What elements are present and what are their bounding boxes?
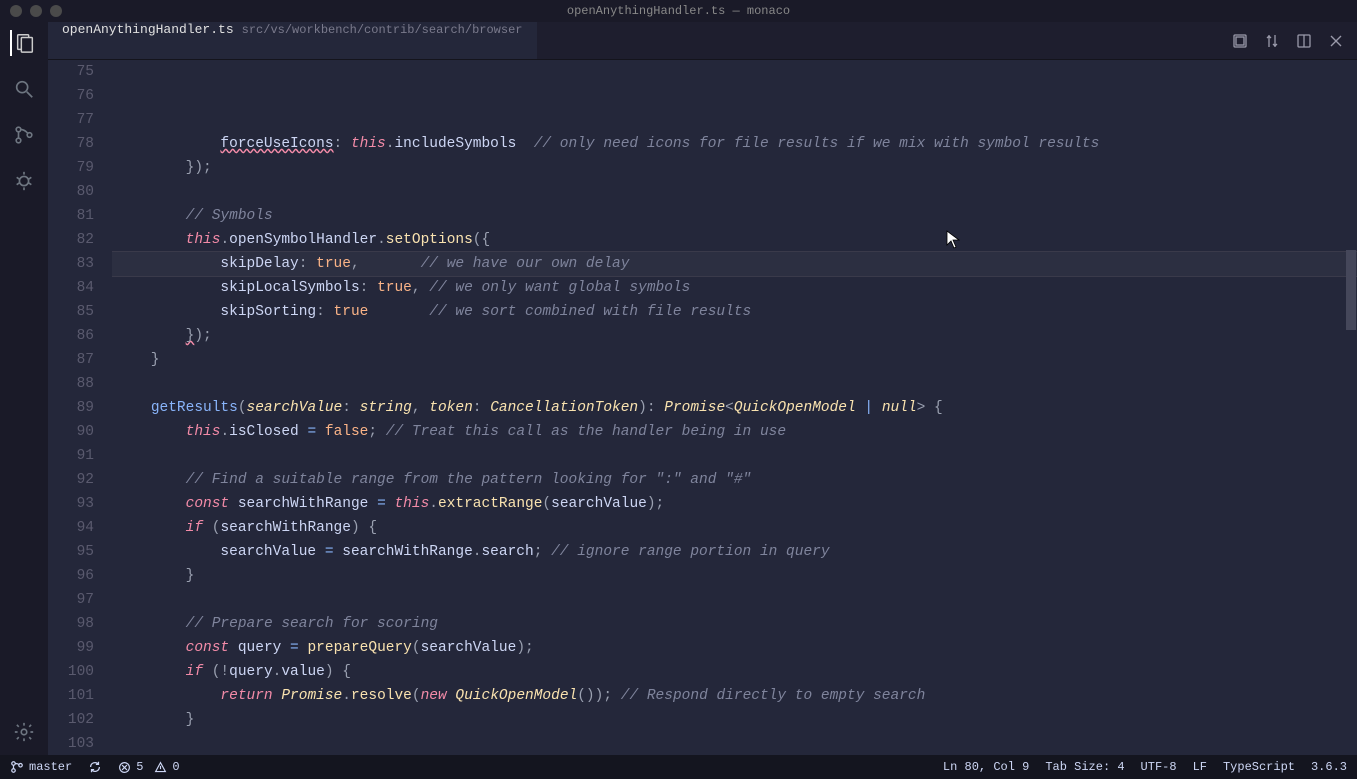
code-line[interactable]: skipSorting: true // we sort combined wi…: [112, 300, 1357, 324]
code-line[interactable]: const query = prepareQuery(searchValue);: [112, 636, 1357, 660]
line-number: 81: [48, 204, 94, 228]
code-line[interactable]: skipDelay: true, // we have our own dela…: [112, 252, 1357, 276]
code-lines[interactable]: forceUseIcons: this.includeSymbols // on…: [112, 60, 1357, 755]
line-number: 78: [48, 132, 94, 156]
line-number: 86: [48, 324, 94, 348]
line-number: 95: [48, 540, 94, 564]
ts-version[interactable]: 3.6.3: [1311, 760, 1347, 774]
line-number: 94: [48, 516, 94, 540]
code-line[interactable]: this.openSymbolHandler.setOptions({: [112, 228, 1357, 252]
indent[interactable]: Tab Size: 4: [1045, 760, 1124, 774]
code-line[interactable]: searchValue = searchWithRange.search; //…: [112, 540, 1357, 564]
code-line[interactable]: // Prepare search for scoring: [112, 612, 1357, 636]
code-line[interactable]: return Promise.resolve(new QuickOpenMode…: [112, 684, 1357, 708]
code-line[interactable]: forceUseIcons: this.includeSymbols // on…: [112, 132, 1357, 156]
split-right-icon[interactable]: [1295, 32, 1313, 50]
problems[interactable]: 5 0: [118, 760, 179, 774]
code-line[interactable]: skipLocalSymbols: true, // we only want …: [112, 276, 1357, 300]
cursor-position[interactable]: Ln 80, Col 9: [943, 760, 1029, 774]
code-line[interactable]: });: [112, 324, 1357, 348]
tab-path: src/vs/workbench/contrib/search/browser: [242, 23, 523, 37]
branch-name: master: [29, 760, 72, 774]
code-line[interactable]: [112, 372, 1357, 396]
git-branch[interactable]: master: [10, 760, 72, 774]
code-line[interactable]: [112, 732, 1357, 755]
line-number: 89: [48, 396, 94, 420]
line-number: 98: [48, 612, 94, 636]
line-number: 100: [48, 660, 94, 684]
code-line[interactable]: getResults(searchValue: string, token: C…: [112, 396, 1357, 420]
code-line[interactable]: // Find a suitable range from the patter…: [112, 468, 1357, 492]
code-line[interactable]: this.isClosed = false; // Treat this cal…: [112, 420, 1357, 444]
tab-actions: [1231, 32, 1357, 50]
code-line[interactable]: }: [112, 708, 1357, 732]
line-number: 88: [48, 372, 94, 396]
explorer-icon[interactable]: [10, 30, 36, 56]
editor-area: openAnythingHandler.ts src/vs/workbench/…: [48, 22, 1357, 755]
language[interactable]: TypeScript: [1223, 760, 1295, 774]
error-count: 5: [136, 760, 143, 774]
line-number: 77: [48, 108, 94, 132]
code-line[interactable]: const searchWithRange = this.extractRang…: [112, 492, 1357, 516]
line-number: 93: [48, 492, 94, 516]
minimize-light[interactable]: [30, 5, 42, 17]
scm-icon[interactable]: [11, 122, 37, 148]
code-line[interactable]: if (!query.value) {: [112, 660, 1357, 684]
line-number: 103: [48, 732, 94, 755]
code-line[interactable]: // Symbols: [112, 204, 1357, 228]
editor-tab[interactable]: openAnythingHandler.ts src/vs/workbench/…: [48, 22, 537, 59]
line-number: 91: [48, 444, 94, 468]
close-light[interactable]: [10, 5, 22, 17]
code-line[interactable]: [112, 180, 1357, 204]
warning-count: 0: [172, 760, 179, 774]
line-number: 101: [48, 684, 94, 708]
line-number: 96: [48, 564, 94, 588]
line-number: 90: [48, 420, 94, 444]
compare-icon[interactable]: [1263, 32, 1281, 50]
gutter: 7576777879808182838485868788899091929394…: [48, 60, 112, 755]
line-number: 80: [48, 180, 94, 204]
scroll-thumb[interactable]: [1346, 250, 1356, 330]
line-number: 87: [48, 348, 94, 372]
activity-bar: [0, 22, 48, 755]
zoom-light[interactable]: [50, 5, 62, 17]
code-line[interactable]: }: [112, 348, 1357, 372]
line-number: 83: [48, 252, 94, 276]
line-number: 75: [48, 60, 94, 84]
line-number: 82: [48, 228, 94, 252]
eol[interactable]: LF: [1193, 760, 1207, 774]
debug-icon[interactable]: [11, 168, 37, 194]
tab-filename: openAnythingHandler.ts: [62, 22, 234, 37]
code-editor[interactable]: 7576777879808182838485868788899091929394…: [48, 60, 1357, 755]
code-line[interactable]: [112, 588, 1357, 612]
line-number: 76: [48, 84, 94, 108]
line-number: 99: [48, 636, 94, 660]
titlebar: openAnythingHandler.ts — monaco: [0, 0, 1357, 22]
line-number: 84: [48, 276, 94, 300]
traffic-lights: [0, 5, 62, 17]
window-title: openAnythingHandler.ts — monaco: [567, 4, 790, 18]
statusbar: master 5 0 Ln 80, Col 9 Tab Size: 4 UTF-…: [0, 755, 1357, 779]
tabs-bar: openAnythingHandler.ts src/vs/workbench/…: [48, 22, 1357, 60]
line-number: 79: [48, 156, 94, 180]
code-line[interactable]: [112, 444, 1357, 468]
code-line[interactable]: if (searchWithRange) {: [112, 516, 1357, 540]
line-number: 92: [48, 468, 94, 492]
split-down-icon[interactable]: [1231, 32, 1249, 50]
line-number: 97: [48, 588, 94, 612]
settings-icon[interactable]: [11, 719, 37, 745]
search-icon[interactable]: [11, 76, 37, 102]
code-line[interactable]: });: [112, 156, 1357, 180]
sync-icon[interactable]: [88, 760, 102, 774]
close-icon[interactable]: [1327, 32, 1345, 50]
line-number: 85: [48, 300, 94, 324]
encoding[interactable]: UTF-8: [1141, 760, 1177, 774]
code-line[interactable]: }: [112, 564, 1357, 588]
line-number: 102: [48, 708, 94, 732]
